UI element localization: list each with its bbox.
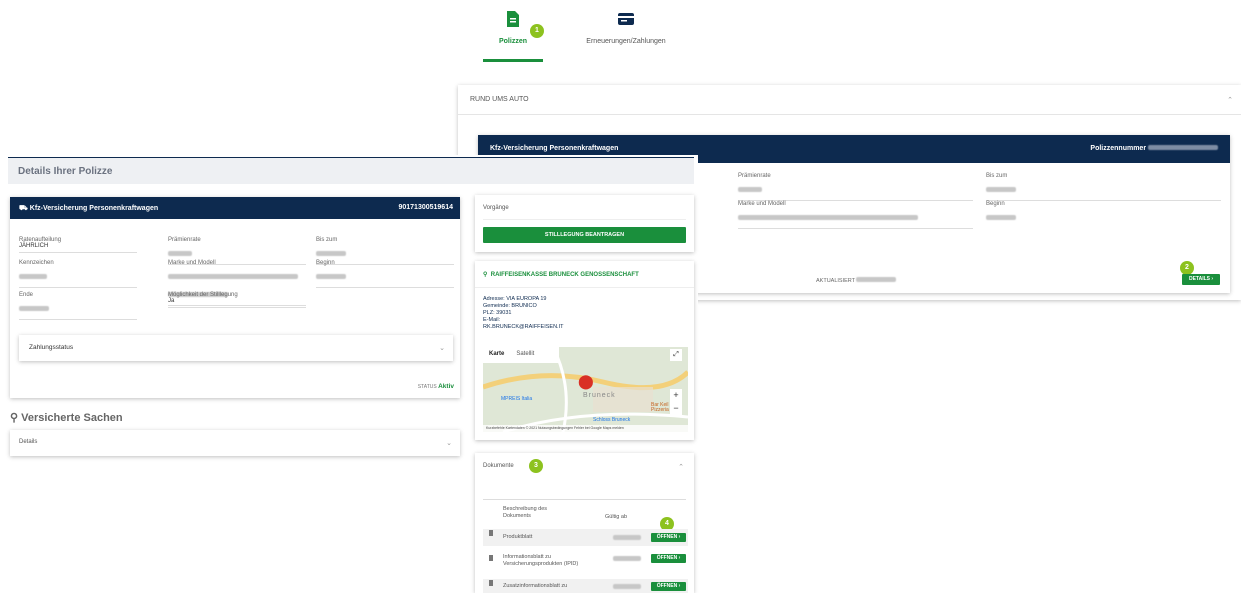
chevron-down-icon: ⌄ [446, 440, 452, 447]
field-premium: Prämienrate [738, 173, 973, 201]
award-icon: ⚲ [10, 412, 19, 424]
bank-card: ⚲ RAIFFEISENKASSE BRUNECK GENOSSENSCHAFT… [475, 261, 694, 440]
document-name: Informationsblatt zu Versicherungsproduk… [503, 554, 579, 567]
field-begin: Beginn [316, 260, 454, 288]
field-suspension: Möglichkeit der Stilllegung Ja [168, 292, 306, 308]
column-header-description: Beschreibung des Dokuments [503, 506, 548, 519]
request-suspension-button[interactable]: STILLLEGUNG BEANTRAGEN [483, 227, 686, 243]
field-begin: Beginn [986, 201, 1221, 228]
field-label: Kennzeichen [19, 260, 54, 266]
field-label: Prämienrate [168, 237, 201, 243]
field-label: Prämienrate [738, 173, 771, 179]
processes-card: Vorgänge STILLLEGUNG BEANTRAGEN [475, 195, 694, 252]
card-title: Kfz-Versicherung Personenkraftwagen [490, 145, 619, 152]
table-row: Produktblatt ÖFFNEN › [483, 529, 688, 546]
tab-renewals[interactable]: Erneuerungen/Zahlungen [580, 10, 672, 45]
card-title: Kfz-Versicherung Personenkraftwagen [29, 205, 159, 212]
email-label: E-Mail: [483, 317, 501, 323]
policy-number-label: Polizzennummer [1090, 145, 1147, 152]
insured-details-accordion[interactable]: Details ⌄ [10, 430, 460, 456]
field-installments: Ratenaufteilung JÄHRLICH [19, 237, 137, 253]
map-city-label: Bruneck [583, 392, 616, 399]
policy-details-page: Details Ihrer Polizze ⛟ Kfz-Versicherung… [8, 155, 698, 593]
google-map[interactable]: Karte Satellit ⬤ Bruneck MPREIS Italia S… [483, 347, 688, 432]
field-label: Bis zum [316, 237, 338, 243]
fullscreen-icon[interactable]: ⤢ [670, 349, 682, 361]
file-icon [489, 530, 493, 536]
step-badge: 2 [1180, 261, 1194, 275]
map-poi-label: Bar Keil [651, 402, 669, 408]
file-icon [489, 580, 493, 586]
accordion-label: Zahlungsstatus [29, 344, 74, 351]
address: Adresse: VIA EUROPA 19 [483, 296, 547, 302]
policy-number-value [1148, 145, 1218, 150]
map-tab-satellite[interactable]: Satellit [510, 347, 540, 363]
tab-label: Erneuerungen/Zahlungen [586, 38, 666, 45]
map-poi-label: MPREIS Italia [501, 396, 533, 402]
chevron-down-icon: ⌄ [439, 345, 445, 352]
open-button[interactable]: ÖFFNEN › [651, 554, 686, 563]
section-header[interactable]: RUND UMS AUTO ⌃ [458, 85, 1241, 115]
field-label: Marke und Modell [738, 201, 786, 207]
map-tab-map[interactable]: Karte [483, 347, 510, 363]
municipality: Gemeinde: BRUNICO [483, 303, 537, 309]
accordion-label: Details [19, 439, 38, 445]
field-value: JÄHRLICH [19, 243, 49, 249]
details-button[interactable]: DETAILS › [1182, 274, 1220, 285]
field-label: Beginn [986, 201, 1005, 207]
payment-status-accordion[interactable]: Zahlungsstatus ⌄ [19, 335, 453, 361]
bank-address: Adresse: VIA EUROPA 19 Gemeinde: BRUNICO… [483, 296, 563, 331]
document-icon [507, 11, 519, 27]
zoom-controls[interactable]: + − [670, 389, 682, 415]
location-pin-icon: ⚲ [483, 272, 488, 278]
processes-title: Vorgänge [483, 205, 509, 211]
updated-info: AKTUALISIERT [816, 277, 897, 284]
documents-title[interactable]: Dokumente [483, 463, 514, 469]
bank-name: RAIFFEISENKASSE BRUNECK GENOSSENSCHAFT [490, 272, 639, 278]
map-poi-label: Schloss Bruneck [593, 417, 631, 423]
step-badge: 1 [530, 24, 544, 38]
field-label: Bis zum [986, 173, 1008, 179]
chevron-up-icon: ⌃ [1227, 97, 1233, 104]
field-label: Marke und Modell [168, 260, 216, 266]
active-tab-indicator [483, 59, 543, 62]
bank-header: ⚲ RAIFFEISENKASSE BRUNECK GENOSSENSCHAFT [483, 271, 639, 278]
chevron-up-icon[interactable]: ⌃ [678, 463, 684, 471]
map-type-toggle: Karte Satellit [483, 347, 559, 363]
field-label: Ende [19, 292, 34, 298]
field-plate: Kennzeichen [19, 260, 137, 288]
field-value: Ja [168, 298, 175, 304]
document-name: Produktblatt [503, 534, 533, 540]
field-until: Bis zum [986, 173, 1221, 201]
section-title: RUND UMS AUTO [470, 96, 529, 103]
tab-label: Polizzen [498, 38, 527, 45]
page-title: Details Ihrer Polizze [8, 157, 694, 184]
documents-card: Dokumente 3 ⌃ Beschreibung des Dokuments… [475, 453, 694, 593]
policy-card: ⛟ Kfz-Versicherung Personenkraftwagen 90… [10, 197, 460, 398]
table-row: Informationsblatt zu Versicherungsproduk… [483, 550, 688, 576]
column-header-valid: Gültig ab [605, 514, 628, 520]
open-button[interactable]: ÖFFNEN › [651, 582, 686, 591]
insured-title: ⚲ Versicherte Sachen [10, 412, 123, 424]
map-pin-icon: ⬤ [578, 373, 594, 389]
document-name: Zusatzinformationsblatt zu [503, 583, 568, 589]
email-link[interactable]: RK.BRUNECK@RAIFFEISEN.IT [483, 324, 563, 331]
field-end: Ende [19, 292, 137, 320]
field-make-model: Marke und Modell [738, 201, 973, 229]
policy-number: 90171300519614 [398, 204, 453, 211]
zoom-out-icon[interactable]: − [670, 402, 682, 415]
field-label: Beginn [316, 260, 335, 266]
file-icon [489, 555, 493, 561]
status-info: STATUS Aktiv [417, 383, 454, 390]
zip: PLZ: 39031 [483, 310, 512, 316]
map-footer: Kurzbefehle Kartendaten © 2021 Nutzungsb… [483, 425, 688, 432]
status-badge: Aktiv [438, 383, 454, 390]
card-icon [618, 13, 634, 25]
car-icon: ⛟ [19, 205, 28, 212]
open-button[interactable]: ÖFFNEN › [651, 533, 686, 542]
card-header: ⛟ Kfz-Versicherung Personenkraftwagen 90… [10, 197, 460, 219]
zoom-in-icon[interactable]: + [670, 389, 682, 402]
step-badge: 3 [529, 459, 543, 473]
